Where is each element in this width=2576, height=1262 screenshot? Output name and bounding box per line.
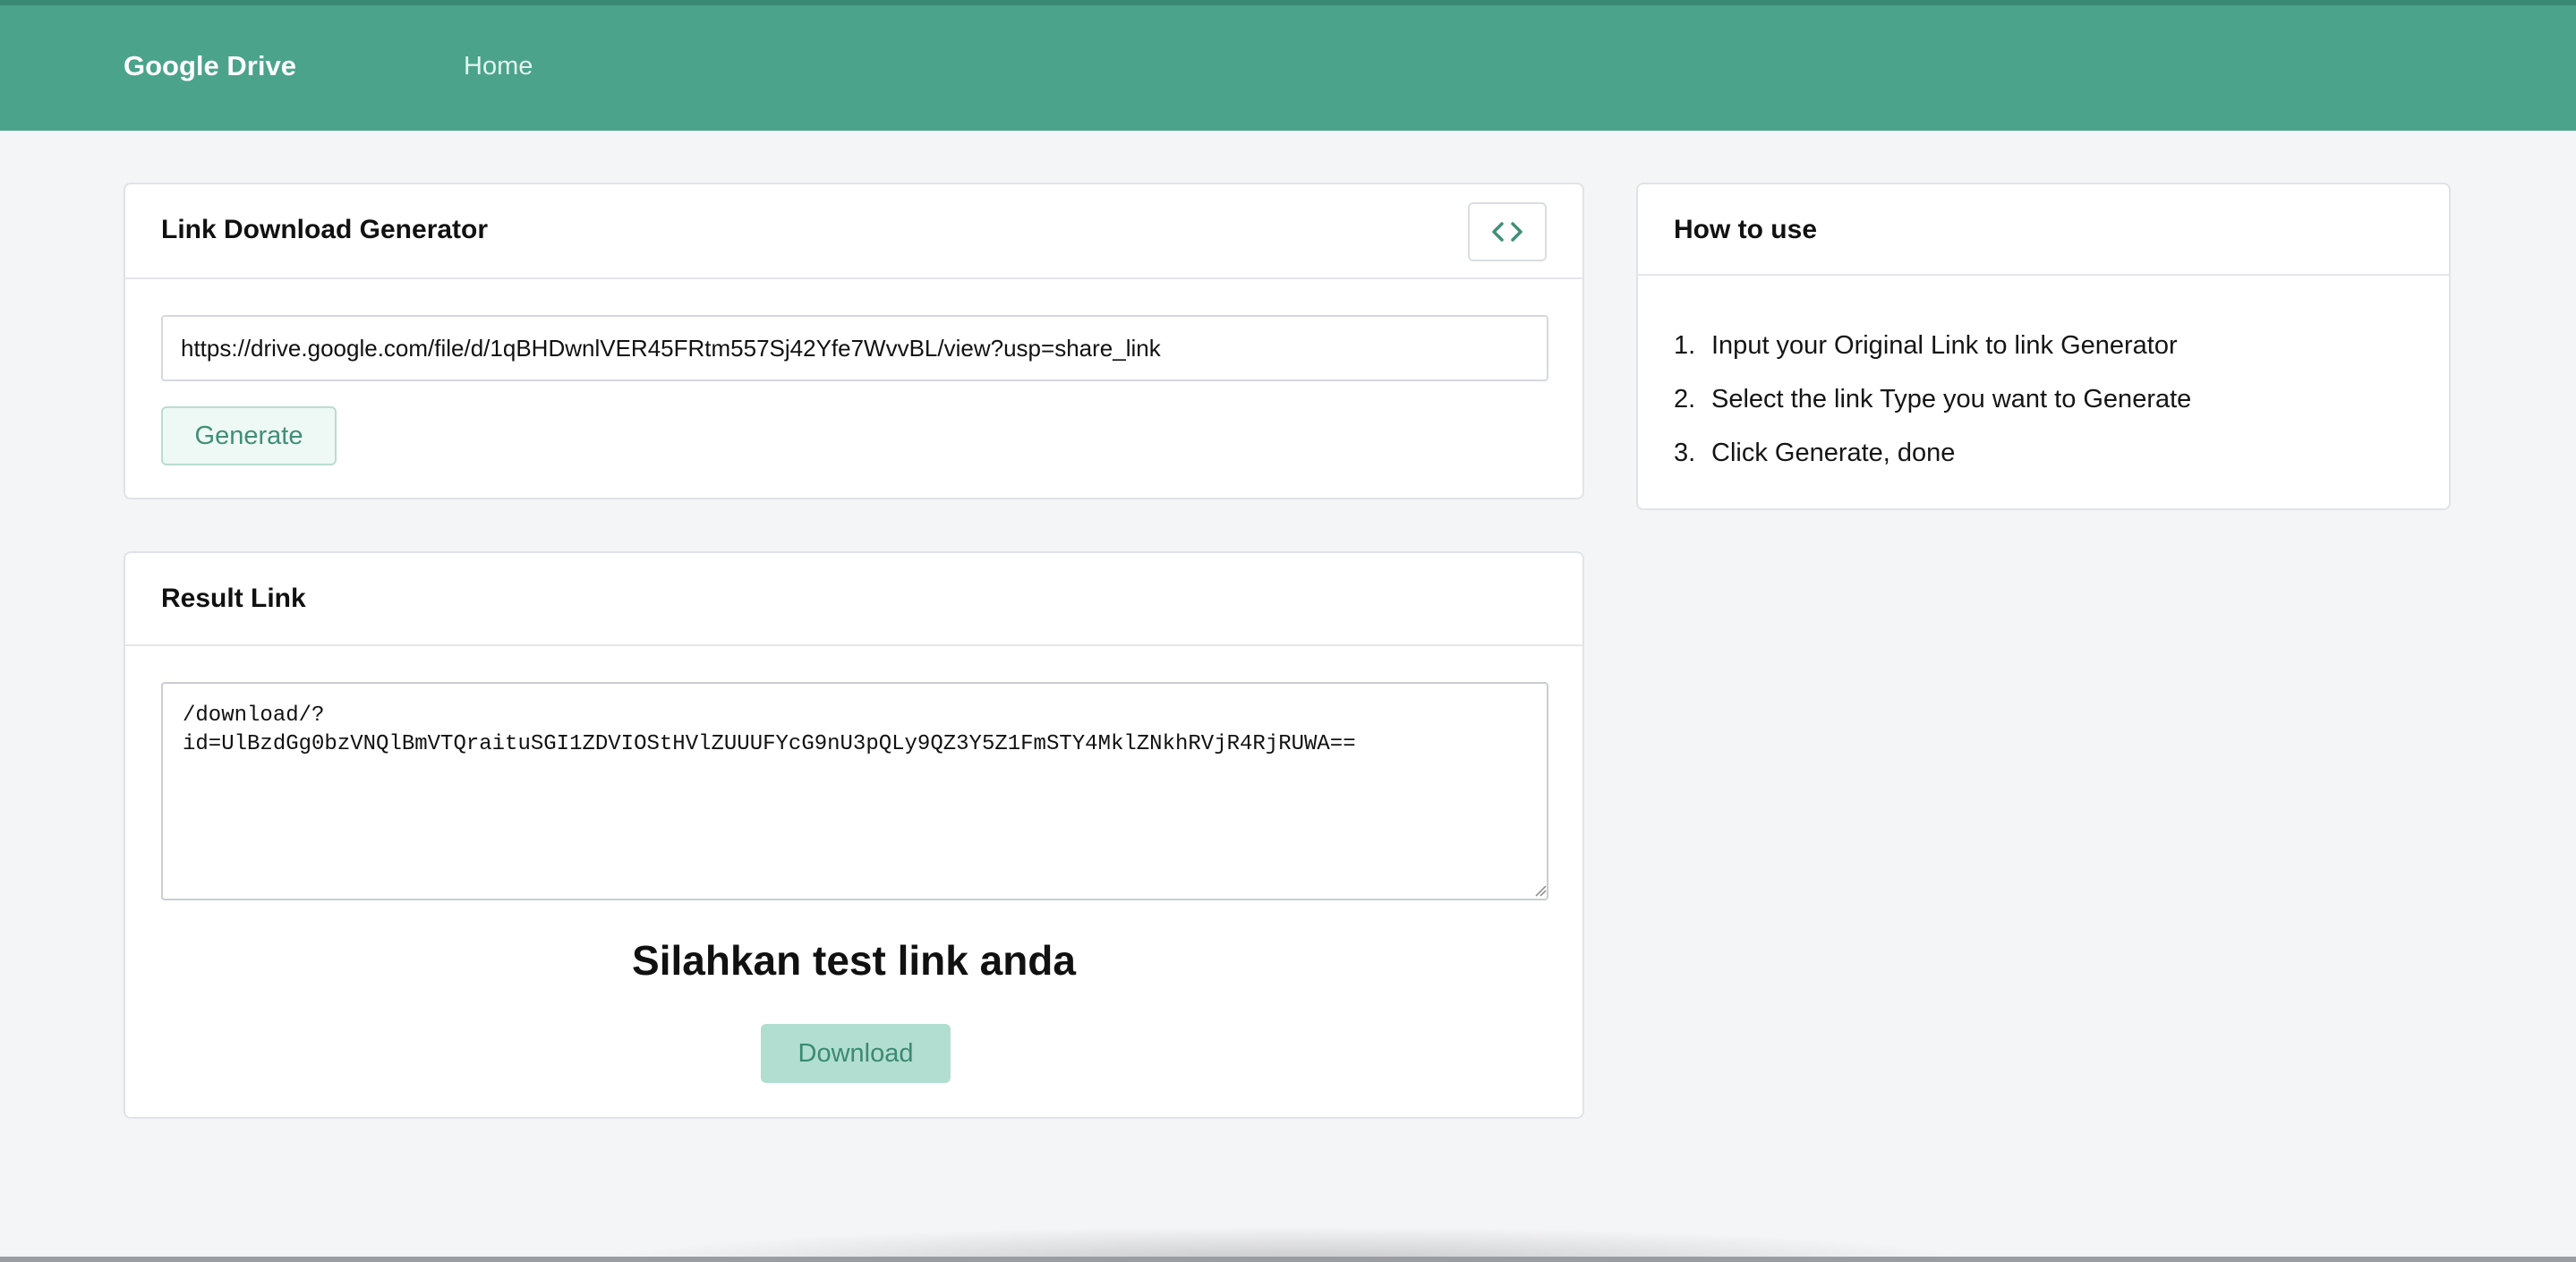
step-text: Input your Original Link to link Generat… [1711,331,2178,360]
step-number: 1. [1674,331,1696,360]
how-to-use-card: How to use 1. Input your Original Link t… [1636,183,2451,510]
step-item: 1. Input your Original Link to link Gene… [1674,319,2191,372]
generate-button[interactable]: Generate [161,406,337,465]
bottom-border [0,1257,2576,1262]
card-title: How to use [1674,215,1818,244]
result-link-card: Result Link /download/? id=UlBzdGg0bzVNQ… [124,551,1584,1119]
code-toggle-button[interactable] [1468,202,1547,261]
step-text: Click Generate, done [1711,439,1956,467]
step-item: 2. Select the link Type you want to Gene… [1674,372,2191,426]
card-header: Result Link [125,553,1582,646]
step-item: 3. Click Generate, done [1674,426,2191,480]
original-link-input[interactable] [161,315,1548,381]
card-header: Link Download Generator [125,184,1582,279]
nav-link-home[interactable]: Home [464,52,533,81]
test-link-heading: Silahkan test link anda [632,937,1076,984]
download-button[interactable]: Download [761,1024,951,1083]
steps-list: 1. Input your Original Link to link Gene… [1674,319,2191,480]
navbar: Google Drive Home [0,5,2576,131]
card-title: Result Link [161,584,306,613]
resize-grip-icon[interactable] [1534,884,1547,897]
step-text: Select the link Type you want to Generat… [1711,385,2192,414]
step-number: 2. [1674,385,1696,414]
result-link-textarea[interactable]: /download/? id=UlBzdGg0bzVNQlBmVTQraituS… [161,682,1548,900]
code-icon [1492,222,1523,242]
link-generator-card: Link Download Generator Generate [124,183,1584,499]
card-header: How to use [1638,184,2449,276]
step-number: 3. [1674,439,1696,467]
brand-logo[interactable]: Google Drive [124,50,296,82]
card-title: Link Download Generator [161,215,489,244]
